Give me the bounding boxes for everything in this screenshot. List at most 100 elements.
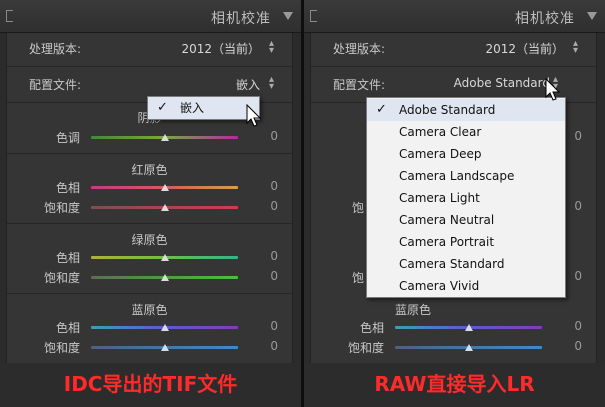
menu-item-embedded[interactable]: ✓ 嵌入 <box>148 97 259 119</box>
panel-edge-mark <box>310 10 317 22</box>
caption: RAW直接导入LR <box>374 372 535 396</box>
blue-sat-slider[interactable]: 饱和度 0 <box>7 337 292 357</box>
menu-item-label: Camera Neutral <box>399 213 495 227</box>
slider-value[interactable]: 0 <box>270 129 278 143</box>
process-value[interactable]: 2012（当前） <box>485 40 564 57</box>
slider-thumb[interactable] <box>465 344 473 351</box>
slider-label: 色相 <box>55 251 80 265</box>
menu-item-label: Camera Vivid <box>399 279 480 293</box>
separator <box>7 153 292 154</box>
slider-value[interactable]: 0 <box>270 179 278 193</box>
slider-thumb[interactable] <box>161 204 169 211</box>
slider-label: 饱和度 <box>347 341 384 355</box>
collapse-triangle-icon[interactable] <box>283 12 293 20</box>
slider-value[interactable]: 0 <box>270 269 278 283</box>
red-sat-slider[interactable]: 饱和度 0 <box>7 197 292 217</box>
slider-thumb[interactable] <box>161 344 169 351</box>
collapse-triangle-icon[interactable] <box>587 12 597 20</box>
separator <box>7 223 292 224</box>
slider-label: 色相 <box>55 181 80 195</box>
slider-label: 色相 <box>55 321 80 335</box>
check-icon: ✓ <box>157 100 168 115</box>
green-title: 绿原色 <box>131 233 168 247</box>
process-row[interactable]: 处理版本: 2012（当前） ▴ ▾ <box>311 33 596 66</box>
calibration-body: 处理版本: 2012（当前） ▴▾ 配置文件: 嵌入 ▴▾ 阴影 色调 0 红原… <box>6 33 293 363</box>
slider-thumb[interactable] <box>161 274 169 281</box>
green-sat-slider[interactable]: 饱和度 0 <box>7 267 292 287</box>
cursor-icon <box>545 78 561 101</box>
blue-hue-slider[interactable]: 色相 0 <box>7 317 292 337</box>
cursor-icon <box>246 104 262 127</box>
process-label: 处理版本: <box>333 42 386 56</box>
slider-thumb[interactable] <box>161 254 169 261</box>
profile-dropdown[interactable]: ✓ Adobe Standard Camera Clear Camera Dee… <box>366 97 566 298</box>
panel-title: 相机校准 <box>515 11 575 27</box>
panel-header[interactable]: 相机校准 <box>0 0 301 33</box>
green-hue-slider[interactable]: 色相 0 <box>7 247 292 267</box>
menu-item-label: Camera Landscape <box>399 169 515 183</box>
slider-value[interactable]: 0 <box>270 199 278 213</box>
slider-value[interactable]: 0 <box>574 129 582 143</box>
check-icon: ✓ <box>376 102 387 117</box>
menu-item-label: Camera Clear <box>399 125 482 139</box>
slider-thumb[interactable] <box>161 184 169 191</box>
slider-value[interactable]: 0 <box>574 199 582 213</box>
spinner-icon[interactable]: ▴ ▾ <box>269 75 274 92</box>
menu-item[interactable]: Camera Vivid <box>367 275 565 297</box>
process-label: 处理版本: <box>29 42 82 56</box>
slider-value[interactable]: 0 <box>574 319 582 333</box>
separator <box>7 66 292 67</box>
profile-label: 配置文件: <box>29 78 82 92</box>
left-panel: 相机校准 处理版本: 2012（当前） ▴▾ 配置文件: 嵌入 ▴▾ 阴影 色调… <box>0 0 301 407</box>
slider-value[interactable]: 0 <box>574 339 582 353</box>
slider-value[interactable]: 0 <box>270 249 278 263</box>
process-value[interactable]: 2012（当前） <box>181 40 260 57</box>
slider-value[interactable]: 0 <box>574 269 582 283</box>
red-title: 红原色 <box>131 163 168 177</box>
spinner-icon[interactable]: ▴ ▾ <box>269 39 274 56</box>
caption: IDC导出的TIF文件 <box>63 372 238 396</box>
slider-value[interactable]: 0 <box>270 319 278 333</box>
menu-item[interactable]: Camera Deep <box>367 143 565 165</box>
profile-label: 配置文件: <box>333 78 386 92</box>
menu-item[interactable]: Camera Light <box>367 187 565 209</box>
slider-label: 饱和度 <box>43 341 80 355</box>
profile-value[interactable]: Adobe Standard <box>454 76 550 90</box>
profile-value[interactable]: 嵌入 <box>236 76 260 93</box>
slider-thumb[interactable] <box>465 324 473 331</box>
menu-item-label: Camera Portrait <box>399 235 495 249</box>
menu-item[interactable]: Camera Portrait <box>367 231 565 253</box>
panel-edge-mark <box>6 10 13 22</box>
menu-item-label: Camera Standard <box>399 257 505 271</box>
shadows-tint-slider[interactable]: 色调 0 <box>7 127 292 147</box>
profile-dropdown[interactable]: ✓ 嵌入 <box>147 96 260 120</box>
spinner-icon[interactable]: ▴ ▾ <box>573 39 578 56</box>
separator <box>311 66 596 67</box>
blue-title: 蓝原色 <box>395 303 432 317</box>
slider-label: 色相 <box>359 321 384 335</box>
menu-item[interactable]: ✓ Adobe Standard <box>367 99 565 121</box>
menu-item-label: Camera Light <box>399 191 480 205</box>
panel-header[interactable]: 相机校准 <box>304 0 605 33</box>
menu-item-label: 嵌入 <box>180 101 205 115</box>
menu-item[interactable]: Camera Clear <box>367 121 565 143</box>
slider-label: 饱和度 <box>43 271 80 285</box>
blue-sat-slider[interactable]: 饱和度 0 <box>311 337 596 357</box>
slider-label: 饱 <box>352 201 365 215</box>
slider-value[interactable]: 0 <box>270 339 278 353</box>
red-hue-slider[interactable]: 色相 0 <box>7 177 292 197</box>
separator <box>7 293 292 294</box>
panel-title: 相机校准 <box>211 11 271 27</box>
blue-title: 蓝原色 <box>131 303 168 317</box>
menu-item[interactable]: Camera Standard <box>367 253 565 275</box>
slider-thumb[interactable] <box>161 134 169 141</box>
menu-item[interactable]: Camera Landscape <box>367 165 565 187</box>
slider-thumb[interactable] <box>161 324 169 331</box>
process-row[interactable]: 处理版本: 2012（当前） ▴ ▾ <box>7 33 292 66</box>
menu-item[interactable]: Camera Neutral <box>367 209 565 231</box>
blue-hue-slider[interactable]: 色相 0 <box>311 317 596 337</box>
right-panel: 相机校准 处理版本: 2012（当前） ▴ ▾ 配置文件: Adobe Stand… <box>304 0 605 407</box>
slider-label: 饱和度 <box>43 201 80 215</box>
menu-item-label: Adobe Standard <box>399 103 496 117</box>
menu-item-label: Camera Deep <box>399 147 482 161</box>
